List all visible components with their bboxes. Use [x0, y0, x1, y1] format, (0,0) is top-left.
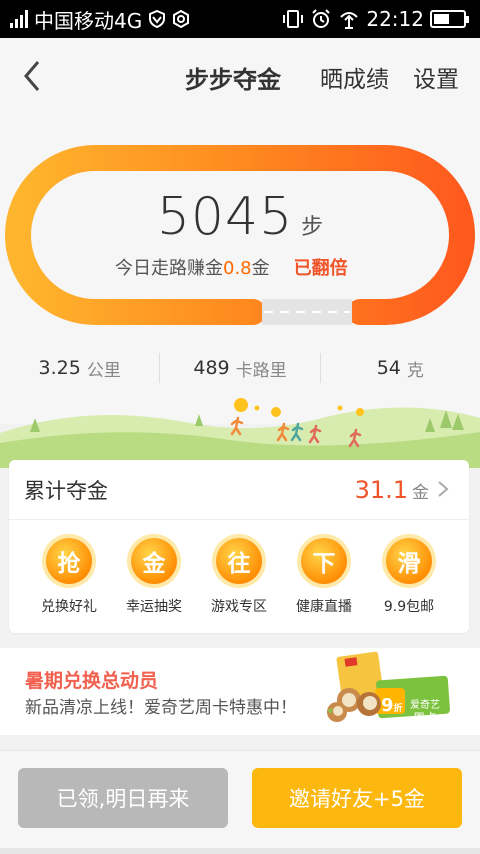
grab-coin-icon: 抢 — [46, 538, 92, 584]
feature-lucky-draw[interactable]: 金 幸运抽奖 — [112, 538, 196, 616]
gold-total-unit: 金 — [412, 482, 429, 503]
status-bar: 中国移动4G 22:12 — [0, 0, 480, 38]
promo-subtitle: 新品清凉上线！爱奇艺周卡特惠中！ — [25, 698, 297, 718]
chevron-right-icon — [438, 480, 449, 497]
gold-total-value: 31.1 — [354, 475, 408, 504]
doubled-badge: 已翻倍 — [293, 258, 348, 279]
feature-label: 9.9包邮 — [383, 599, 435, 615]
stat-calories-value: 489 — [193, 357, 230, 379]
header-bar: 步步夺金 晒成绩 设置 — [0, 38, 480, 114]
settings-button[interactable]: 设置 — [413, 60, 459, 94]
feature-redeem-gifts[interactable]: 抢 兑换好礼 — [27, 538, 111, 616]
invite-friends-button[interactable]: 邀请好友+5金 — [252, 768, 462, 828]
step-hero: 5045 步 今日走路赚金0.8金 已翻倍 3.25 公里 489 卡路里 54 克 — [0, 114, 480, 424]
gold-coin-icon: 金 — [131, 538, 177, 584]
card-brand: 爱奇艺 — [410, 700, 440, 711]
battery-icon — [430, 10, 469, 28]
promo-banner[interactable]: 暑期兑换总动员 新品清凉上线！爱奇艺周卡特惠中！ 9折 爱奇艺 周卡 — [0, 648, 480, 735]
promo-title: 暑期兑换总动员 — [25, 670, 159, 692]
weekly-card-label: 爱奇艺 周卡 — [410, 700, 440, 726]
feature-grid: 抢 兑换好礼 金 幸运抽奖 往 游戏专区 下 健康直播 滑 9.9包邮 — [9, 520, 469, 616]
feature-label: 兑换好礼 — [41, 599, 97, 615]
earnings-unit: 金 — [251, 258, 270, 279]
feature-label: 幸运抽奖 — [126, 599, 182, 615]
discount-unit: 折 — [393, 704, 403, 714]
divider — [0, 848, 480, 854]
claimed-button[interactable]: 已领,明日再来 — [18, 768, 228, 828]
signal-icon — [10, 10, 28, 28]
gold-total: 31.1 金 — [355, 476, 449, 504]
go-coin-icon: 往 — [216, 538, 262, 584]
earnings-amount: 0.8 — [223, 258, 252, 279]
stat-fat: 54 克 — [321, 348, 480, 388]
bottom-action-bar: 已领,明日再来 邀请好友+5金 — [0, 750, 480, 854]
stats-row: 3.25 公里 489 卡路里 54 克 — [0, 348, 480, 388]
card-title: 累计夺金 — [24, 478, 108, 503]
feature-label: 游戏专区 — [211, 599, 267, 615]
share-score-button[interactable]: 晒成绩 — [320, 60, 389, 94]
alarm-clock-icon — [312, 9, 331, 28]
step-unit: 步 — [301, 215, 324, 240]
stat-fat-unit: 克 — [406, 360, 424, 381]
vpn-shield-icon — [149, 10, 166, 28]
earnings-line: 今日走路赚金0.8金 已翻倍 — [115, 254, 348, 280]
accumulated-gold-card: 累计夺金 31.1 金 抢 兑换好礼 金 幸运抽奖 往 游戏专区 下 健康直播 … — [9, 460, 469, 633]
back-button[interactable] — [18, 58, 50, 94]
feature-label: 健康直播 — [296, 599, 352, 615]
stat-calories-unit: 卡路里 — [235, 360, 287, 381]
stat-distance-value: 3.25 — [38, 357, 81, 379]
down-coin-icon: 下 — [301, 538, 347, 584]
feature-health-live[interactable]: 下 健康直播 — [282, 538, 366, 616]
promo-image: 9折 爱奇艺 周卡 — [327, 648, 452, 732]
step-count: 5045 步 — [0, 187, 480, 247]
feature-free-shipping[interactable]: 滑 9.9包邮 — [367, 538, 451, 616]
stat-distance-unit: 公里 — [86, 360, 121, 381]
discount-number: 9折 — [381, 695, 403, 716]
slide-coin-icon: 滑 — [386, 538, 432, 584]
hexagon-icon — [173, 10, 190, 28]
landscape-illustration — [0, 388, 480, 468]
card-type: 周卡 — [412, 711, 437, 725]
page-title: 步步夺金 — [185, 66, 281, 94]
step-count-value: 5045 — [156, 187, 294, 247]
earnings-prefix: 今日走路赚金 — [115, 258, 223, 279]
stat-calories: 489 卡路里 — [160, 348, 319, 388]
carrier-label: 中国移动4G — [34, 8, 143, 33]
stat-distance: 3.25 公里 — [0, 348, 159, 388]
discount-value: 9 — [381, 695, 394, 716]
vibrate-icon — [283, 10, 304, 28]
accumulated-gold-header[interactable]: 累计夺金 31.1 金 — [9, 460, 469, 520]
wifi-hotspot-icon — [340, 12, 359, 29]
feature-game-zone[interactable]: 往 游戏专区 — [197, 538, 281, 616]
stat-fat-value: 54 — [376, 357, 401, 379]
clock-time: 22:12 — [366, 7, 424, 31]
chevron-left-icon — [24, 61, 40, 91]
